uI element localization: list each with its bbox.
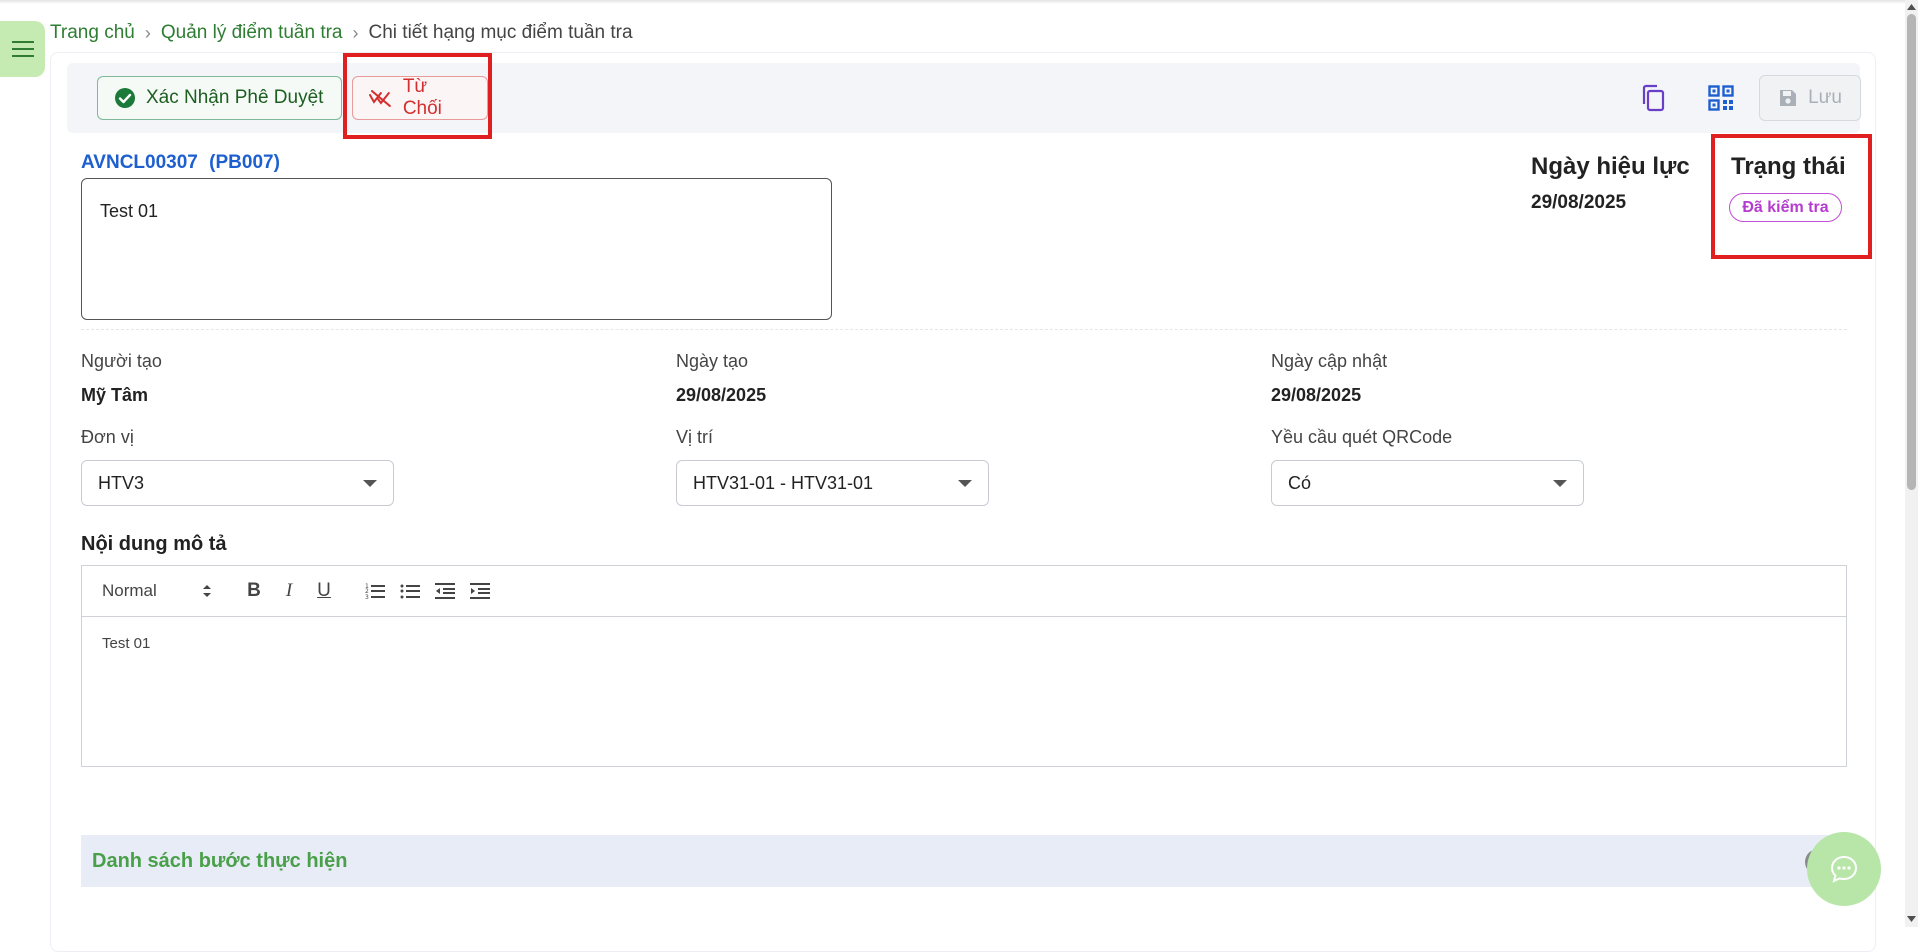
save-button[interactable]: Lưu [1759,75,1861,121]
location-select-value: HTV31-01 - HTV31-01 [693,472,874,493]
chat-button[interactable] [1807,832,1881,906]
format-select[interactable]: Normal [102,579,212,603]
save-button-label: Lưu [1808,87,1842,108]
updated-date-label: Ngày cập nhật [1271,351,1388,371]
description-editor: Normal B I U 1 2 3 Test 01 [81,565,1847,767]
indent-button[interactable] [467,579,493,603]
menu-toggle-button[interactable] [0,21,45,77]
breadcrumb-separator: › [352,22,359,43]
chevron-down-icon [363,479,377,487]
record-code-value: AVNCL00307 [81,152,198,173]
breadcrumb-separator: › [144,22,151,43]
steps-section-title: Danh sách bước thực hiện [92,849,348,872]
section-divider [81,329,1847,330]
underline-icon: U [317,580,331,601]
svg-text:3: 3 [365,594,369,600]
menu-icon [11,41,34,57]
editor-toolbar: Normal B I U 1 2 3 [82,566,1846,617]
record-code: AVNCL00307 (PB007) [81,152,280,174]
bold-button[interactable]: B [242,579,266,603]
bold-icon: B [247,580,261,601]
outdent-button[interactable] [432,579,458,603]
underline-button[interactable]: U [312,579,336,603]
highlight-box-status [1711,134,1872,259]
record-sub-code: (PB007) [209,152,280,173]
italic-icon: I [285,580,293,601]
approve-button-label: Xác Nhận Phê Duyệt [146,87,324,108]
approve-button[interactable]: Xác Nhận Phê Duyệt [97,76,342,120]
creator-value: Mỹ Tâm [81,385,149,405]
location-label: Vị trí [676,427,714,447]
action-toolbar: Xác Nhận Phê Duyệt Từ Chối Lưu [67,63,1861,133]
qr-required-label: Yều cầu quét QRCode [1271,427,1453,447]
outdent-icon [435,583,455,599]
unit-select-value: HTV3 [98,472,145,493]
description-title: Nội dung mô tả [81,533,227,555]
scroll-down-icon[interactable] [1906,914,1917,924]
breadcrumb-home[interactable]: Trang chủ [50,22,135,44]
creator-label: Người tạo [81,351,162,371]
effective-date-label: Ngày hiệu lực [1531,153,1690,180]
qr-code-button[interactable] [1703,80,1739,116]
created-date-value: 29/08/2025 [676,385,767,405]
bullet-list-button[interactable] [397,579,423,603]
breadcrumb-parent[interactable]: Quản lý điểm tuần tra [161,22,343,44]
chevron-down-icon [958,479,972,487]
ordered-list-button[interactable]: 1 2 3 [362,579,388,603]
check-circle-icon [115,88,135,108]
editor-content[interactable]: Test 01 [82,617,1846,670]
qr-required-select[interactable]: Có [1271,460,1584,506]
record-name-value: Test 01 [100,201,159,221]
qr-code-icon [1708,85,1734,111]
detail-card: Xác Nhận Phê Duyệt Từ Chối Lưu AVNCL0030… [50,52,1876,952]
chevron-down-icon [1553,479,1567,487]
format-select-value: Normal [102,581,157,600]
italic-button[interactable]: I [277,579,301,603]
updated-date-value: 29/08/2025 [1271,385,1362,405]
page-scrollbar-thumb[interactable] [1907,14,1916,490]
copy-button[interactable] [1635,80,1671,116]
save-icon [1780,90,1797,106]
scroll-up-icon[interactable] [1906,2,1917,12]
steps-section-header: Danh sách bước thực hiện [81,835,1847,887]
highlight-box-reject [343,53,492,139]
bullet-list-icon [400,584,420,599]
chat-icon [1830,855,1858,883]
location-select[interactable]: HTV31-01 - HTV31-01 [676,460,989,506]
sort-icon [203,585,211,597]
record-name-textarea[interactable]: Test 01 [81,178,832,320]
breadcrumb: Trang chủ › Quản lý điểm tuần tra › Chi … [50,22,633,44]
indent-icon [470,583,490,599]
top-shadow [0,0,1918,4]
qr-required-select-value: Có [1288,472,1312,493]
unit-select[interactable]: HTV3 [81,460,394,506]
copy-icon [1642,84,1665,112]
ordered-list-icon: 1 2 3 [365,583,385,600]
created-date-label: Ngày tạo [676,351,749,371]
breadcrumb-current: Chi tiết hạng mục điểm tuần tra [368,22,633,43]
unit-label: Đơn vị [81,427,134,447]
effective-date-value: 29/08/2025 [1531,192,1627,213]
